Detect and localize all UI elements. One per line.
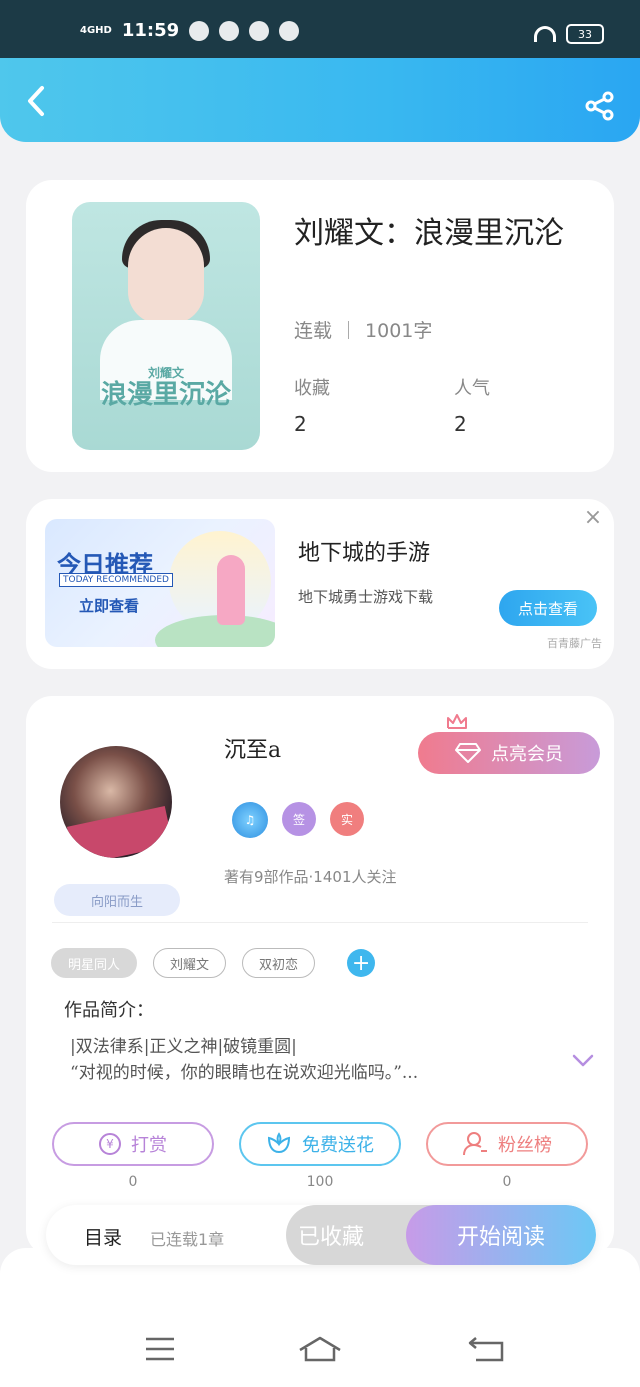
word-count: 1001字 [365, 320, 433, 342]
start-reading-button[interactable]: 开始阅读 [406, 1205, 596, 1265]
vip-button[interactable]: 点亮会员 [418, 732, 600, 774]
fans-count: 0 [502, 1174, 512, 1190]
ad-description: 地下城勇士游戏下载 [298, 588, 434, 606]
reward-button[interactable]: ¥ 打赏 [52, 1122, 214, 1166]
tag-item[interactable]: 双初恋 [242, 948, 316, 978]
banner-figure [217, 555, 245, 625]
reward-label: 打赏 [131, 1135, 167, 1156]
network-indicator: 4GHD [80, 24, 112, 36]
section-divider [52, 922, 588, 923]
fans-label: 粉丝榜 [498, 1135, 552, 1156]
book-status-line: 连载 1001字 [294, 316, 432, 343]
serial-status: 连载 [294, 320, 333, 342]
cover-face [128, 228, 204, 324]
coin-icon: ¥ [99, 1133, 121, 1155]
intro-line: “对视的时候，你的眼睛也在说欢迎光临吗。”... [70, 1063, 419, 1083]
reward-action: ¥ 打赏 0 [52, 1122, 214, 1190]
cover-text: 刘耀文 浪漫里沉沦 [72, 364, 260, 409]
user-icon [463, 1132, 487, 1156]
share-icon[interactable] [584, 90, 616, 122]
ad-view-button[interactable]: 点击查看 [499, 590, 597, 626]
free-flower-button[interactable]: 免费送花 [239, 1122, 401, 1166]
weibo-icon [249, 20, 270, 41]
fans-rank-button[interactable]: 粉丝榜 [426, 1122, 588, 1166]
tag-item[interactable]: 刘耀文 [153, 948, 227, 978]
top-header [0, 58, 640, 142]
wifi-icon [534, 26, 556, 42]
menu-icon[interactable] [138, 1336, 182, 1362]
avatar-scarf [66, 806, 172, 858]
book-title: 刘耀文：浪漫里沉沦 [294, 216, 564, 251]
status-bar: 4GHD 11:59 33 [0, 0, 640, 58]
favorites-label: 收藏 [294, 378, 330, 399]
author-name[interactable]: 沉至a [224, 732, 281, 764]
book-cover[interactable]: 刘耀文 浪漫里沉沦 [72, 202, 260, 450]
verified-badge[interactable]: 实 [330, 802, 364, 836]
intro-text: |双法律系|正义之神|破镜重圆| “对视的时候，你的眼睛也在说欢迎光临吗。”..… [70, 1034, 550, 1086]
alipay-icon [279, 20, 300, 41]
popularity-stat: 人气 2 [454, 374, 490, 436]
diamond-icon [455, 743, 481, 763]
tag-item[interactable]: 明星同人 [51, 948, 138, 978]
status-right: 33 [534, 24, 604, 44]
intro-label: 作品简介： [64, 1000, 154, 1021]
chevron-down-icon[interactable] [572, 1054, 594, 1068]
favorites-value: 2 [294, 412, 307, 436]
ad-title: 地下城的手游 [298, 541, 431, 566]
add-tag-icon[interactable]: + [347, 949, 376, 977]
battery-icon: 33 [566, 24, 604, 44]
popularity-label: 人气 [454, 378, 490, 399]
favorites-stat: 收藏 2 [294, 374, 330, 436]
author-card: 向阳而生 沉至a 点亮会员 ♫ 签 实 著有9部作品·1401人关注 明星同人 … [26, 696, 614, 1256]
action-row: ¥ 打赏 0 免费送花 100 粉丝榜 0 [52, 1122, 588, 1190]
author-stats: 著有9部作品·1401人关注 [224, 868, 397, 886]
signed-badge[interactable]: 签 [282, 802, 316, 836]
banner-subtitle: TODAY RECOMMENDED [59, 573, 173, 587]
popularity-value: 2 [454, 412, 467, 436]
favorited-label: 已收藏 [297, 1225, 364, 1250]
author-signature-tag: 向阳而生 [54, 884, 180, 916]
notification-icon [189, 20, 210, 41]
cover-text-large: 浪漫里沉沦 [100, 380, 231, 410]
clock: 11:59 [121, 20, 180, 41]
flower-action: 免费送花 100 [239, 1122, 401, 1190]
status-divider [348, 320, 350, 339]
banner-cta: 立即查看 [79, 597, 140, 615]
crown-icon [447, 714, 467, 729]
system-nav-bar [0, 1248, 640, 1387]
flower-count: 100 [306, 1174, 334, 1190]
book-info-card: 刘耀文 浪漫里沉沦 刘耀文：浪漫里沉沦 连载 1001字 收藏 2 人气 2 [26, 180, 614, 472]
status-left: 4GHD 11:59 [80, 20, 300, 41]
vip-button-label: 点亮会员 [491, 744, 563, 765]
cover-text-small: 刘耀文 [147, 366, 184, 380]
back-arrow-icon[interactable] [22, 84, 52, 118]
reading-action-bar: 目录 已连载1章 已收藏 开始阅读 [46, 1205, 596, 1265]
flower-icon [267, 1132, 291, 1154]
flower-label: 免费送花 [302, 1135, 374, 1156]
toc-button[interactable]: 目录 [84, 1223, 122, 1250]
intro-line: |双法律系|正义之神|破镜重圆| [70, 1037, 297, 1057]
home-icon[interactable] [298, 1336, 342, 1362]
author-avatar[interactable] [60, 746, 172, 858]
book-tags: 明星同人 刘耀文 双初恋 + [51, 948, 376, 978]
system-back-icon[interactable] [466, 1336, 510, 1362]
ad-card[interactable]: 今日推荐 TODAY RECOMMENDED 立即查看 地下城的手游 地下城勇士… [26, 499, 614, 669]
banner-hill [155, 615, 275, 647]
chapter-count: 已连载1章 [150, 1230, 225, 1249]
fans-action: 粉丝榜 0 [426, 1122, 588, 1190]
music-badge-icon[interactable]: ♫ [232, 802, 268, 838]
author-badges: ♫ 签 实 [232, 802, 364, 838]
ad-close-icon[interactable]: × [582, 507, 604, 529]
ad-banner-image[interactable]: 今日推荐 TODAY RECOMMENDED 立即查看 [45, 519, 275, 647]
reward-count: 0 [128, 1174, 138, 1190]
wechat-icon [219, 20, 240, 41]
ad-source: 百青藤广告 [547, 637, 602, 650]
